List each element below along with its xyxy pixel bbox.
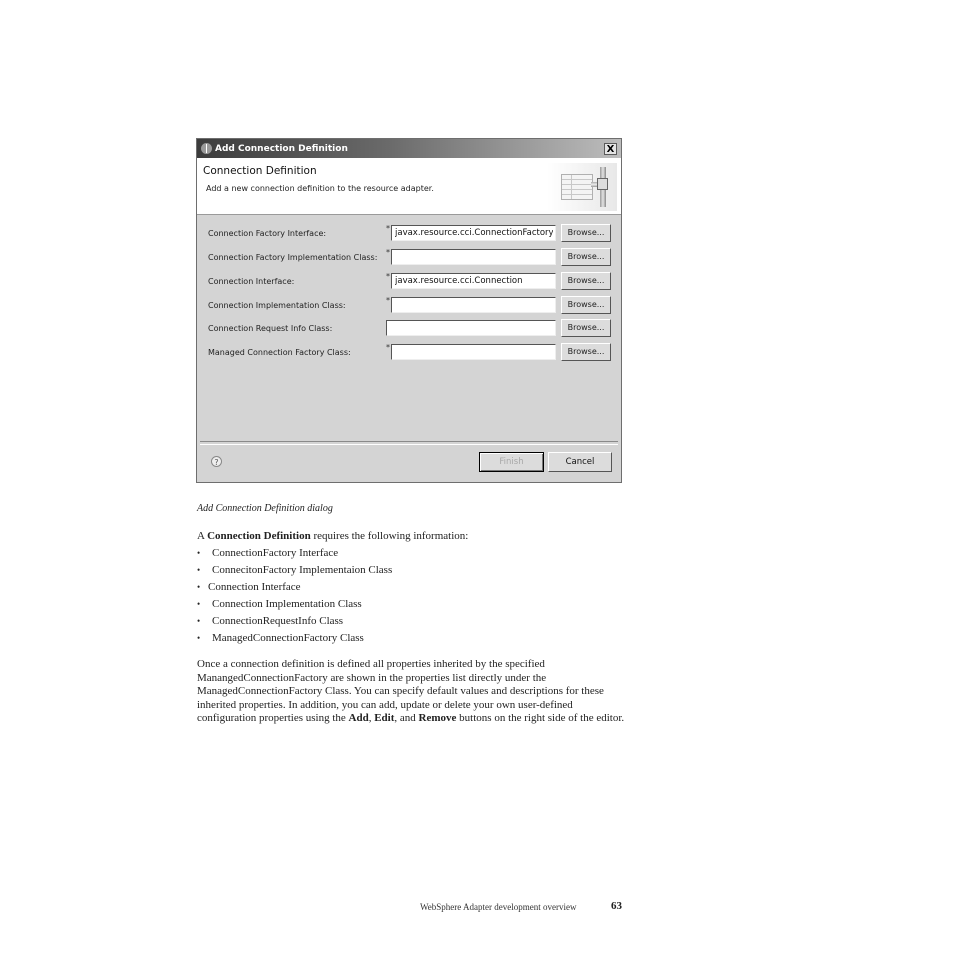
- paragraph-text-end: buttons on the right side of the editor.: [456, 712, 625, 725]
- remove-term: Remove: [418, 712, 457, 725]
- list-item: ManagedConnectionFactory Class: [197, 631, 392, 648]
- intro-suffix: requires the following information:: [310, 530, 469, 542]
- cancel-button[interactable]: Cancel: [548, 452, 612, 472]
- field-label: Managed Connection Factory Class:: [208, 348, 351, 357]
- field-label: Connection Request Info Class:: [208, 324, 333, 333]
- connection-factory-interface-input[interactable]: [391, 225, 556, 241]
- managed-connection-factory-class-input[interactable]: [391, 344, 556, 360]
- field-row-connection-request-info-class: Connection Request Info Class: Browse...: [197, 318, 621, 338]
- intro-sentence: A Connection Definition requires the fol…: [197, 530, 468, 542]
- table-graphic: [561, 174, 593, 200]
- pipe-joint-graphic: [597, 178, 608, 190]
- required-marker: *: [386, 272, 390, 281]
- field-row-managed-connection-factory-class: Managed Connection Factory Class: * Brow…: [197, 342, 621, 362]
- add-connection-definition-dialog: Add Connection Definition X Connection D…: [196, 138, 622, 483]
- body-paragraph: Once a connection definition is defined …: [197, 658, 627, 726]
- add-term: Add: [348, 712, 369, 725]
- intro-prefix: A: [197, 530, 208, 542]
- finish-button[interactable]: Finish: [479, 452, 544, 472]
- banner-title: Connection Definition: [203, 165, 317, 177]
- field-row-connection-interface: Connection Interface: * Browse...: [197, 271, 621, 291]
- intro-bold-term: Connection Definition: [207, 530, 311, 542]
- figure-caption: Add Connection Definition dialog: [197, 503, 333, 514]
- dialog-footer: ? Finish Cancel: [197, 444, 621, 482]
- list-item: Connection Implementation Class: [197, 597, 392, 614]
- list-item: Connection Interface: [197, 580, 392, 597]
- dialog-titlebar[interactable]: Add Connection Definition X: [197, 139, 621, 158]
- browse-button[interactable]: Browse...: [561, 343, 611, 361]
- field-label: Connection Implementation Class:: [208, 301, 346, 310]
- page-number: 63: [611, 900, 622, 912]
- connection-table-icon: [547, 163, 617, 211]
- browse-button[interactable]: Browse...: [561, 224, 611, 242]
- required-marker: *: [386, 343, 390, 352]
- browse-button[interactable]: Browse...: [561, 248, 611, 266]
- field-label: Connection Factory Interface:: [208, 229, 327, 238]
- browse-button[interactable]: Browse...: [561, 272, 611, 290]
- connection-factory-implementation-class-input[interactable]: [391, 249, 556, 265]
- browse-button[interactable]: Browse...: [561, 319, 611, 337]
- required-marker: *: [386, 224, 390, 233]
- field-label: Connection Interface:: [208, 277, 295, 286]
- connection-form: Connection Factory Interface: * Browse..…: [197, 215, 621, 423]
- dialog-banner: Connection Definition Add a new connecti…: [197, 158, 621, 215]
- required-marker: *: [386, 296, 390, 305]
- edit-term: Edit: [374, 712, 395, 725]
- field-row-connection-factory-interface: Connection Factory Interface: * Browse..…: [197, 223, 621, 243]
- field-row-connection-implementation-class: Connection Implementation Class: * Brows…: [197, 295, 621, 315]
- list-item: ConnectionRequestInfo Class: [197, 614, 392, 631]
- list-item: ConnectionFactory Interface: [197, 546, 392, 563]
- browse-button[interactable]: Browse...: [561, 296, 611, 314]
- dialog-title: Add Connection Definition: [215, 143, 348, 154]
- connection-request-info-class-input[interactable]: [386, 320, 556, 336]
- separator: , and: [394, 712, 419, 725]
- close-button[interactable]: X: [604, 142, 617, 155]
- list-item: ConnecitonFactory Implementaion Class: [197, 563, 392, 580]
- close-icon: X: [606, 143, 615, 155]
- connection-interface-input[interactable]: [391, 273, 556, 289]
- required-marker: *: [386, 248, 390, 257]
- connection-implementation-class-input[interactable]: [391, 297, 556, 313]
- field-row-connection-factory-implementation-class: Connection Factory Implementation Class:…: [197, 247, 621, 267]
- app-icon: [201, 143, 212, 154]
- field-label: Connection Factory Implementation Class:: [208, 253, 378, 262]
- requirements-list: ConnectionFactory Interface ConnecitonFa…: [197, 546, 392, 648]
- banner-description: Add a new connection definition to the r…: [206, 184, 434, 193]
- help-icon[interactable]: ?: [211, 456, 222, 467]
- running-footer-title: WebSphere Adapter development overview: [420, 902, 577, 912]
